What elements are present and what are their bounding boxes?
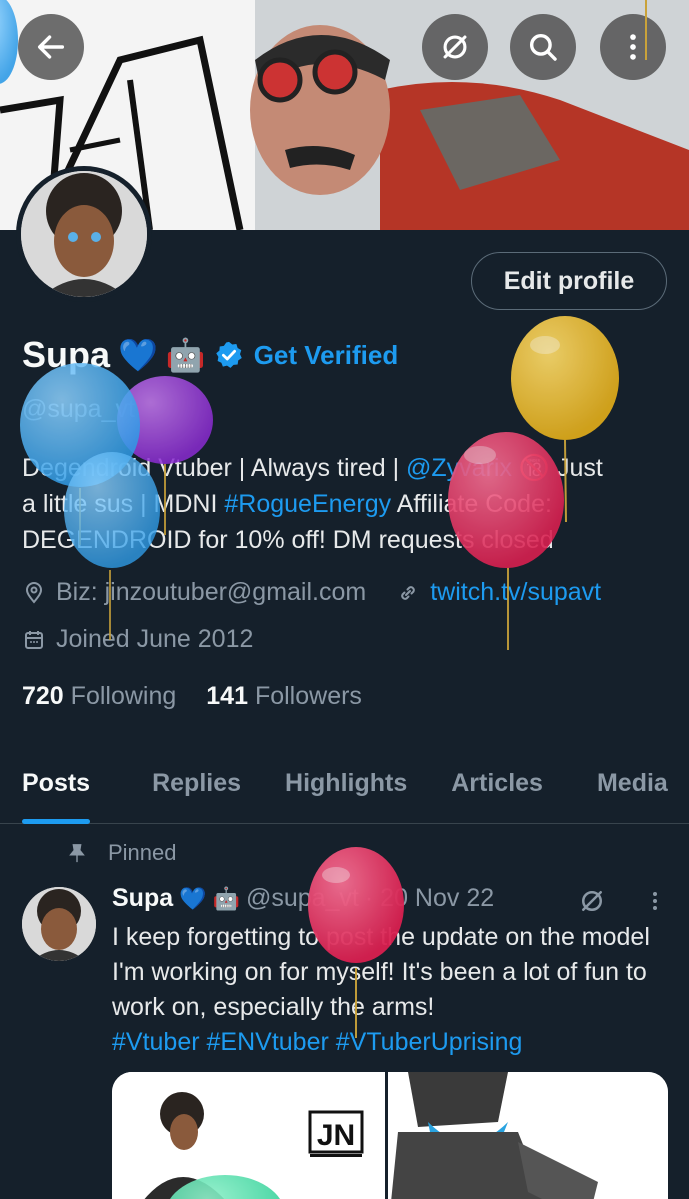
arrow-left-icon [37,35,65,59]
post-actions-top [577,886,667,916]
profile-biz-text: Biz: jinzoutuber@gmail.com [56,578,367,606]
tab-articles[interactable]: Articles [429,752,565,824]
media-image [388,1072,668,1199]
calendar-icon [25,630,43,649]
bio-text: Affiliate Code: [391,490,552,518]
tab-highlights[interactable]: Highlights [263,752,429,824]
display-name: Supa [22,334,111,375]
post-media-image-2[interactable] [388,1072,668,1199]
post-date[interactable]: · 20 Nov 22 [365,884,494,913]
post-author-avatar[interactable] [22,887,96,961]
follow-counts: 720 Following 141 Followers [22,682,362,711]
more-vertical-icon[interactable] [643,889,667,913]
more-vertical-icon [630,34,636,60]
avatar-image [21,171,147,297]
back-button[interactable] [18,14,84,80]
robot-icon: 🤖 [212,885,240,911]
followers-count: 141 [206,682,248,710]
bio-text: 🔞 Just [511,454,603,482]
robot-icon: 🤖 [165,337,206,373]
profile-joined-text: Joined June 2012 [56,625,254,653]
bio-text: a little sus | MDNI [22,490,225,518]
edit-profile-button[interactable]: Edit profile [471,252,667,310]
pinned-indicator: Pinned [66,840,177,866]
profile-avatar[interactable] [16,166,152,302]
followers-label: Followers [254,682,362,710]
profile-meta-location-row: Biz: jinzoutuber@gmail.com twitch.tv/sup… [22,578,601,607]
post-hashtags[interactable]: #Vtuber #ENVtuber #VTuberUprising [112,1028,522,1056]
search-button[interactable] [510,14,576,80]
post-text: I keep forgetting to post the update on … [112,923,650,1021]
bio-text: DEGENDROID for 10% off! DM requests clos… [22,526,554,554]
get-verified-link[interactable]: Get Verified [254,340,399,371]
profile-tabs: Posts Replies Highlights Articles Media [0,752,689,824]
location-pin-icon [25,581,43,604]
more-button[interactable] [600,14,666,80]
verified-badge-icon [215,341,242,368]
post-media[interactable]: JN [112,1072,668,1199]
following-link[interactable]: 720 Following [22,682,176,711]
bio-mention-link[interactable]: @Zyvarix [406,454,512,482]
tab-posts[interactable]: Posts [0,752,112,824]
grok-button[interactable] [422,14,488,80]
following-label: Following [70,682,177,710]
tab-media[interactable]: Media [565,752,689,824]
search-icon [529,33,557,61]
post-author-name[interactable]: Supa [112,884,173,913]
followers-link[interactable]: 141 Followers [206,682,362,711]
profile-bio: Degendroid Vtuber | Always tired | @Zyva… [22,450,662,558]
profile-website-link[interactable]: twitch.tv/supavt [430,578,601,607]
tab-replies[interactable]: Replies [112,752,263,824]
bio-hashtag-link[interactable]: #RogueEnergy [224,490,391,518]
pinned-label: Pinned [108,840,177,865]
media-logo-text: JN [317,1119,355,1152]
post-header: Supa 💙 🤖 @supa_vt · 20 Nov 22 [112,884,494,913]
post-body: I keep forgetting to post the update on … [112,920,672,1060]
bio-text: Degendroid Vtuber | Always tired | [22,454,407,482]
pin-icon [69,844,85,863]
post-media-image-1[interactable]: JN [112,1072,385,1199]
grok-icon[interactable] [577,886,607,916]
media-image: JN [112,1072,385,1199]
blue-heart-icon: 💙 [118,337,158,373]
following-count: 720 [22,682,64,710]
blue-heart-icon: 💙 [179,885,207,911]
profile-meta-joined-row: Joined June 2012 [22,625,253,654]
profile-handle: @supa_vt [22,395,135,423]
profile-name-row: Supa 💙 🤖 Get Verified [22,332,398,378]
avatar-image [22,887,96,961]
grok-icon [443,35,467,59]
post-author-handle[interactable]: @supa_vt [246,884,359,913]
link-icon [401,585,415,600]
